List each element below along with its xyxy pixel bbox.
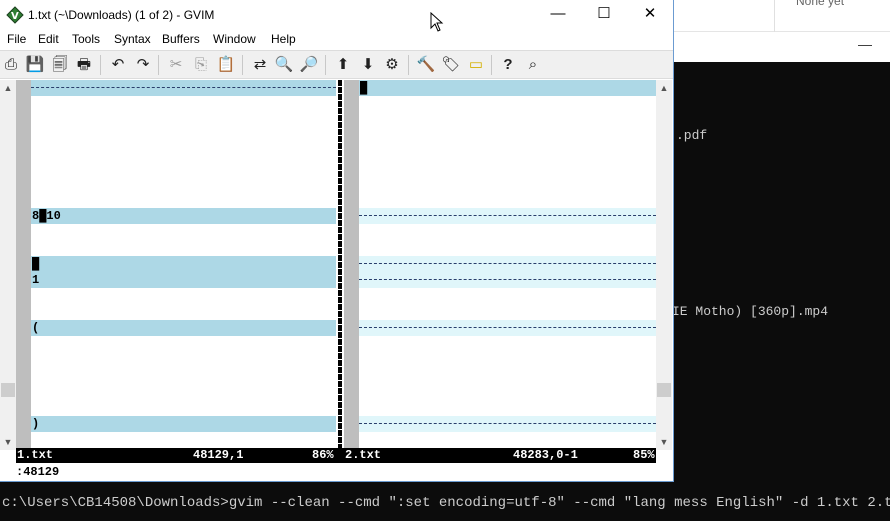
- diff-changed-line: ): [31, 416, 336, 432]
- right-status-filename: 2.txt: [345, 448, 382, 462]
- toolbar-separator: [242, 55, 243, 75]
- left-diff-pane[interactable]: 8█10 █ 1 ( ): [16, 80, 336, 448]
- tags-icon[interactable]: 🏷: [440, 54, 462, 76]
- right-scrollbar[interactable]: ▲ ▼: [656, 80, 672, 450]
- toolbar-separator: [491, 55, 492, 75]
- status-line: 1.txt 48129,1 86% 2.txt 48283,0-1 85%: [16, 448, 656, 463]
- right-status-percent: 85%: [633, 448, 655, 462]
- terminal-line: IE Motho) [360p].mp4: [672, 304, 829, 319]
- open-icon[interactable]: ⎙: [0, 54, 22, 76]
- menu-edit[interactable]: Edit: [38, 32, 59, 46]
- fold-column: [16, 80, 31, 448]
- diff-changed-line: 8█10: [31, 208, 336, 224]
- window-title: 1.txt (~\Downloads) (1 of 2) - GVIM: [28, 8, 215, 22]
- header-divider: [774, 0, 775, 32]
- terminal-titlebar: —: [674, 32, 890, 62]
- toolbar: ⎙ 💾 🗐 🖶 ↶ ↷ ✂ ⎘ 📋 ⇄ 🔍 🔎 ⬆ ⬇ ⚙ 🔨 🏷 ▭ ? ⌕: [0, 50, 673, 79]
- toolbar-separator: [408, 55, 409, 75]
- diff-changed-line: 1: [31, 272, 336, 288]
- diff-changed-line: (: [31, 320, 336, 336]
- right-status-position: 48283,0-1: [513, 448, 578, 462]
- left-status-percent: 86%: [312, 448, 334, 462]
- filler-line: [31, 80, 336, 96]
- scroll-thumb[interactable]: [657, 383, 671, 397]
- replace-icon[interactable]: ⇄: [249, 54, 271, 76]
- scroll-up-arrow-icon[interactable]: ▲: [0, 80, 16, 96]
- text-cursor: █: [360, 81, 368, 95]
- save-icon[interactable]: 💾: [24, 54, 46, 76]
- undo-icon[interactable]: ↶: [107, 54, 129, 76]
- scroll-up-arrow-icon[interactable]: ▲: [656, 80, 672, 96]
- find-help-icon[interactable]: ⌕: [522, 54, 544, 76]
- diff-changed-line: █: [31, 256, 336, 272]
- menu-help[interactable]: Help: [271, 32, 296, 46]
- save-all-icon[interactable]: 🗐: [49, 54, 71, 76]
- menu-syntax[interactable]: Syntax: [114, 32, 151, 46]
- copy-icon[interactable]: ⎘: [190, 54, 212, 76]
- left-status-position: 48129,1: [193, 448, 244, 462]
- gvim-window: V 1.txt (~\Downloads) (1 of 2) - GVIM — …: [0, 0, 674, 482]
- vim-command-line[interactable]: :48129: [16, 464, 656, 480]
- redo-icon[interactable]: ↷: [132, 54, 154, 76]
- terminal-minimize-button[interactable]: —: [858, 36, 872, 52]
- toolbar-separator: [325, 55, 326, 75]
- left-scrollbar[interactable]: ▲ ▼: [0, 80, 16, 450]
- close-button[interactable]: ✕: [627, 0, 673, 30]
- load-session-icon[interactable]: ⬆: [332, 54, 354, 76]
- scroll-thumb[interactable]: [1, 383, 15, 397]
- left-status-filename: 1.txt: [17, 448, 54, 462]
- filler-line: [359, 208, 656, 224]
- terminal-output: .pdf IE Motho) [360p].mp4: [672, 62, 890, 482]
- mouse-cursor-icon: [430, 12, 444, 32]
- svg-text:V: V: [11, 11, 19, 22]
- diff-changed-line: █: [359, 80, 656, 96]
- filler-line: [359, 256, 656, 272]
- maximize-button[interactable]: ☐: [581, 0, 627, 30]
- paste-icon[interactable]: 📋: [215, 54, 237, 76]
- jump-tag-icon[interactable]: ▭: [465, 54, 487, 76]
- command-text: :48129: [16, 465, 60, 479]
- gvim-app-icon: V: [6, 6, 24, 24]
- filler-line: [359, 416, 656, 432]
- menu-tools[interactable]: Tools: [72, 32, 100, 46]
- terminal-command-line: c:\Users\CB14508\Downloads>gvim --clean …: [0, 482, 890, 521]
- help-icon[interactable]: ?: [497, 54, 519, 76]
- toolbar-separator: [158, 55, 159, 75]
- print-icon[interactable]: 🖶: [73, 54, 95, 76]
- scroll-down-arrow-icon[interactable]: ▼: [0, 434, 16, 450]
- right-diff-pane[interactable]: █: [344, 80, 656, 448]
- filler-line: [359, 272, 656, 288]
- background-hint-text: None yet: [796, 0, 845, 8]
- title-bar[interactable]: V 1.txt (~\Downloads) (1 of 2) - GVIM — …: [0, 0, 673, 30]
- menu-file[interactable]: File: [7, 32, 26, 46]
- vertical-split-separator[interactable]: [336, 80, 344, 448]
- menu-buffers[interactable]: Buffers: [162, 32, 200, 46]
- scroll-down-arrow-icon[interactable]: ▼: [656, 434, 672, 450]
- save-session-icon[interactable]: ⬇: [357, 54, 379, 76]
- terminal-line: .pdf: [676, 128, 708, 143]
- background-window-header: None yet: [674, 0, 890, 32]
- toolbar-separator: [100, 55, 101, 75]
- find-prev-icon[interactable]: 🔎: [298, 54, 320, 76]
- fold-column: [344, 80, 359, 448]
- diff-editor: ▲ ▼ 8█10 █ 1 ( ) █ ▲ ▼ 1.txt 48129,1 86%…: [0, 80, 673, 481]
- make-icon[interactable]: 🔨: [415, 54, 437, 76]
- cut-icon[interactable]: ✂: [165, 54, 187, 76]
- filler-line: [359, 320, 656, 336]
- minimize-button[interactable]: —: [535, 0, 581, 30]
- menu-bar: File Edit Tools Syntax Buffers Window He…: [0, 30, 673, 50]
- menu-window[interactable]: Window: [213, 32, 256, 46]
- find-next-icon[interactable]: 🔍: [273, 54, 295, 76]
- terminal-command-text: c:\Users\CB14508\Downloads>gvim --clean …: [2, 495, 890, 511]
- run-script-icon[interactable]: ⚙: [381, 54, 403, 76]
